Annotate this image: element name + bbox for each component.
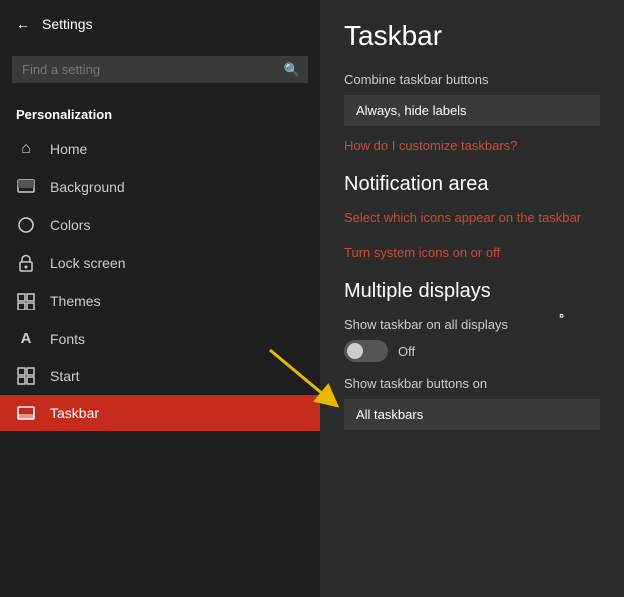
colors-icon bbox=[16, 216, 36, 234]
search-bar: 🔍 bbox=[12, 56, 308, 83]
turn-system-link[interactable]: Turn system icons on or off bbox=[344, 245, 600, 260]
show-taskbar-label: Show taskbar on all displays bbox=[344, 317, 600, 332]
sidebar-item-background[interactable]: Background bbox=[0, 168, 320, 206]
settings-title: Settings bbox=[42, 16, 93, 32]
toggle-knob bbox=[347, 343, 363, 359]
main-content: Taskbar Combine taskbar buttons Always, … bbox=[320, 0, 624, 597]
back-icon: ← bbox=[16, 16, 30, 32]
nav-label-home: Home bbox=[50, 141, 87, 157]
taskbar-toggle[interactable] bbox=[344, 340, 388, 362]
nav-label-fonts: Fonts bbox=[50, 331, 85, 347]
background-icon bbox=[16, 178, 36, 196]
sidebar-item-home[interactable]: ⌂ Home bbox=[0, 130, 320, 168]
page-title: Taskbar bbox=[344, 20, 600, 52]
sidebar-item-themes[interactable]: Themes bbox=[0, 282, 320, 320]
themes-icon bbox=[16, 292, 36, 310]
personalization-label: Personalization bbox=[0, 91, 320, 130]
sidebar-item-fonts[interactable]: A Fonts bbox=[0, 320, 320, 357]
combine-label: Combine taskbar buttons bbox=[344, 72, 600, 87]
toggle-label: Off bbox=[398, 344, 415, 359]
multiple-displays-heading: Multiple displays bbox=[344, 280, 600, 303]
nav-label-taskbar: Taskbar bbox=[50, 405, 99, 421]
sidebar-item-start[interactable]: Start bbox=[0, 357, 320, 395]
toggle-row: Off bbox=[344, 340, 600, 362]
back-button[interactable]: ← bbox=[16, 16, 30, 32]
sidebar-item-colors[interactable]: Colors bbox=[0, 206, 320, 244]
sidebar-item-taskbar[interactable]: Taskbar bbox=[0, 395, 320, 431]
nav-label-colors: Colors bbox=[50, 217, 90, 233]
select-icons-link[interactable]: Select which icons appear on the taskbar bbox=[344, 210, 600, 225]
start-icon bbox=[16, 367, 36, 385]
nav-label-lock-screen: Lock screen bbox=[50, 255, 125, 271]
nav-label-start: Start bbox=[50, 368, 80, 384]
sidebar-item-lock-screen[interactable]: Lock screen bbox=[0, 244, 320, 282]
sidebar-nav: ⌂ Home Background bbox=[0, 130, 320, 431]
customize-link[interactable]: How do I customize taskbars? bbox=[344, 138, 600, 153]
taskbar-icon bbox=[16, 406, 36, 420]
lock-icon bbox=[16, 254, 36, 272]
fonts-icon: A bbox=[16, 330, 36, 347]
show-taskbar-buttons-label: Show taskbar buttons on bbox=[344, 376, 600, 391]
home-icon: ⌂ bbox=[16, 140, 36, 158]
combine-dropdown[interactable]: Always, hide labels bbox=[344, 95, 600, 126]
nav-label-background: Background bbox=[50, 179, 125, 195]
notification-heading: Notification area bbox=[344, 173, 600, 196]
sidebar-header: ← Settings bbox=[0, 0, 320, 48]
search-input[interactable] bbox=[12, 56, 308, 83]
search-icon: 🔍 bbox=[284, 62, 300, 78]
taskbar-buttons-dropdown[interactable]: All taskbars bbox=[344, 399, 600, 430]
nav-label-themes: Themes bbox=[50, 293, 101, 309]
